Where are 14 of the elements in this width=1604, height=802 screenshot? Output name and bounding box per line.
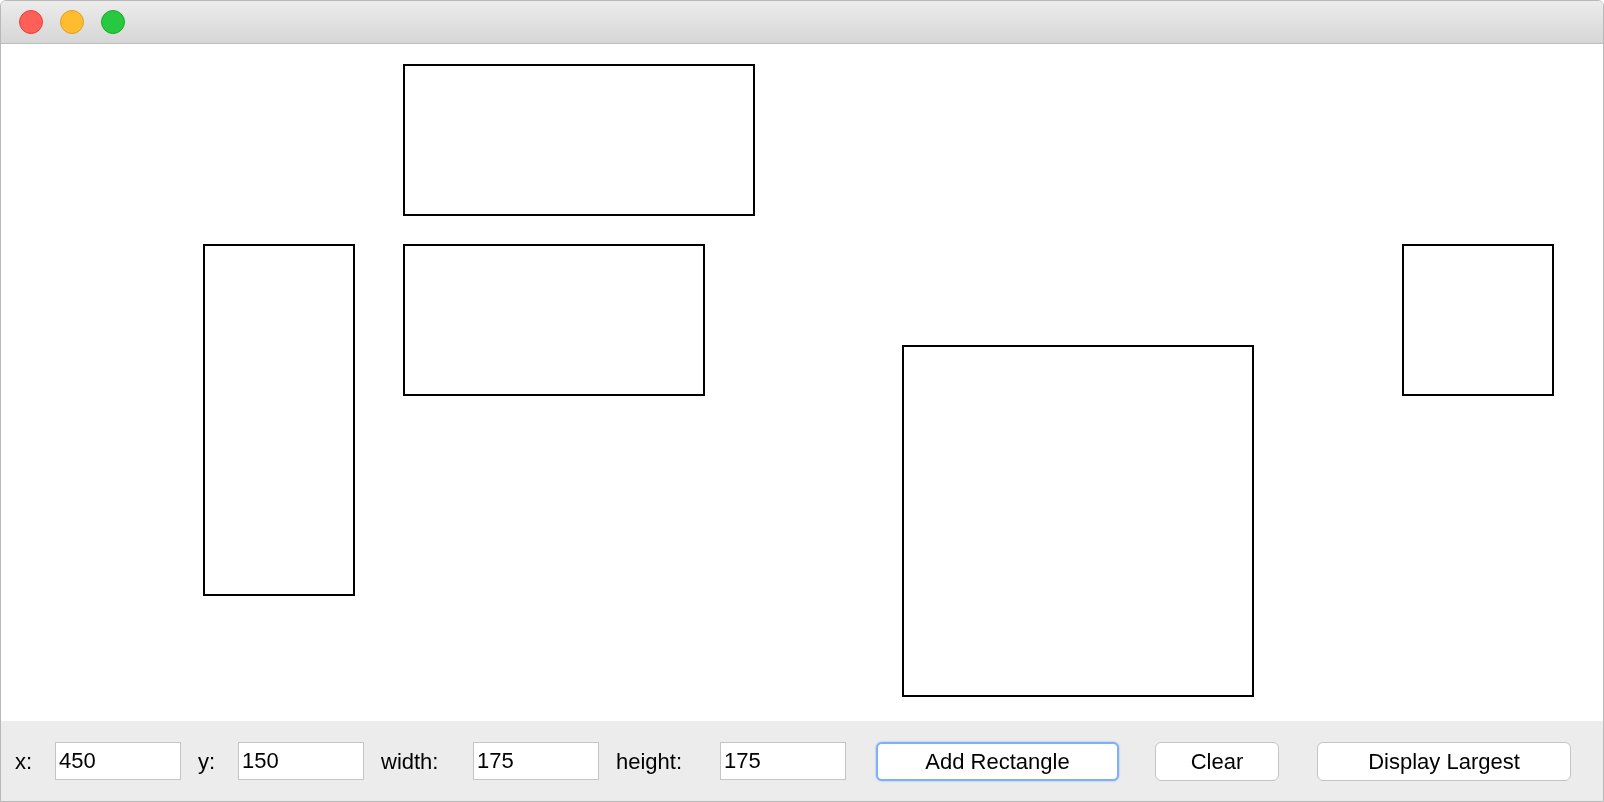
button[interactable]: Clear bbox=[1155, 741, 1279, 781]
field-label: width: bbox=[381, 747, 440, 776]
input-field[interactable]: 450 bbox=[55, 742, 181, 780]
button[interactable]: Display Largest bbox=[1317, 741, 1571, 781]
field-label: x: bbox=[15, 747, 34, 776]
input-field[interactable]: 175 bbox=[473, 742, 599, 780]
button[interactable]: Add Rectangle bbox=[876, 741, 1119, 781]
field-label: y: bbox=[198, 747, 217, 776]
input-field[interactable]: 150 bbox=[238, 742, 364, 780]
field-label: height: bbox=[616, 747, 684, 776]
input-field[interactable]: 175 bbox=[720, 742, 846, 780]
zoom-button[interactable] bbox=[101, 10, 125, 34]
minimize-button[interactable] bbox=[60, 10, 84, 34]
close-button[interactable] bbox=[19, 10, 43, 34]
